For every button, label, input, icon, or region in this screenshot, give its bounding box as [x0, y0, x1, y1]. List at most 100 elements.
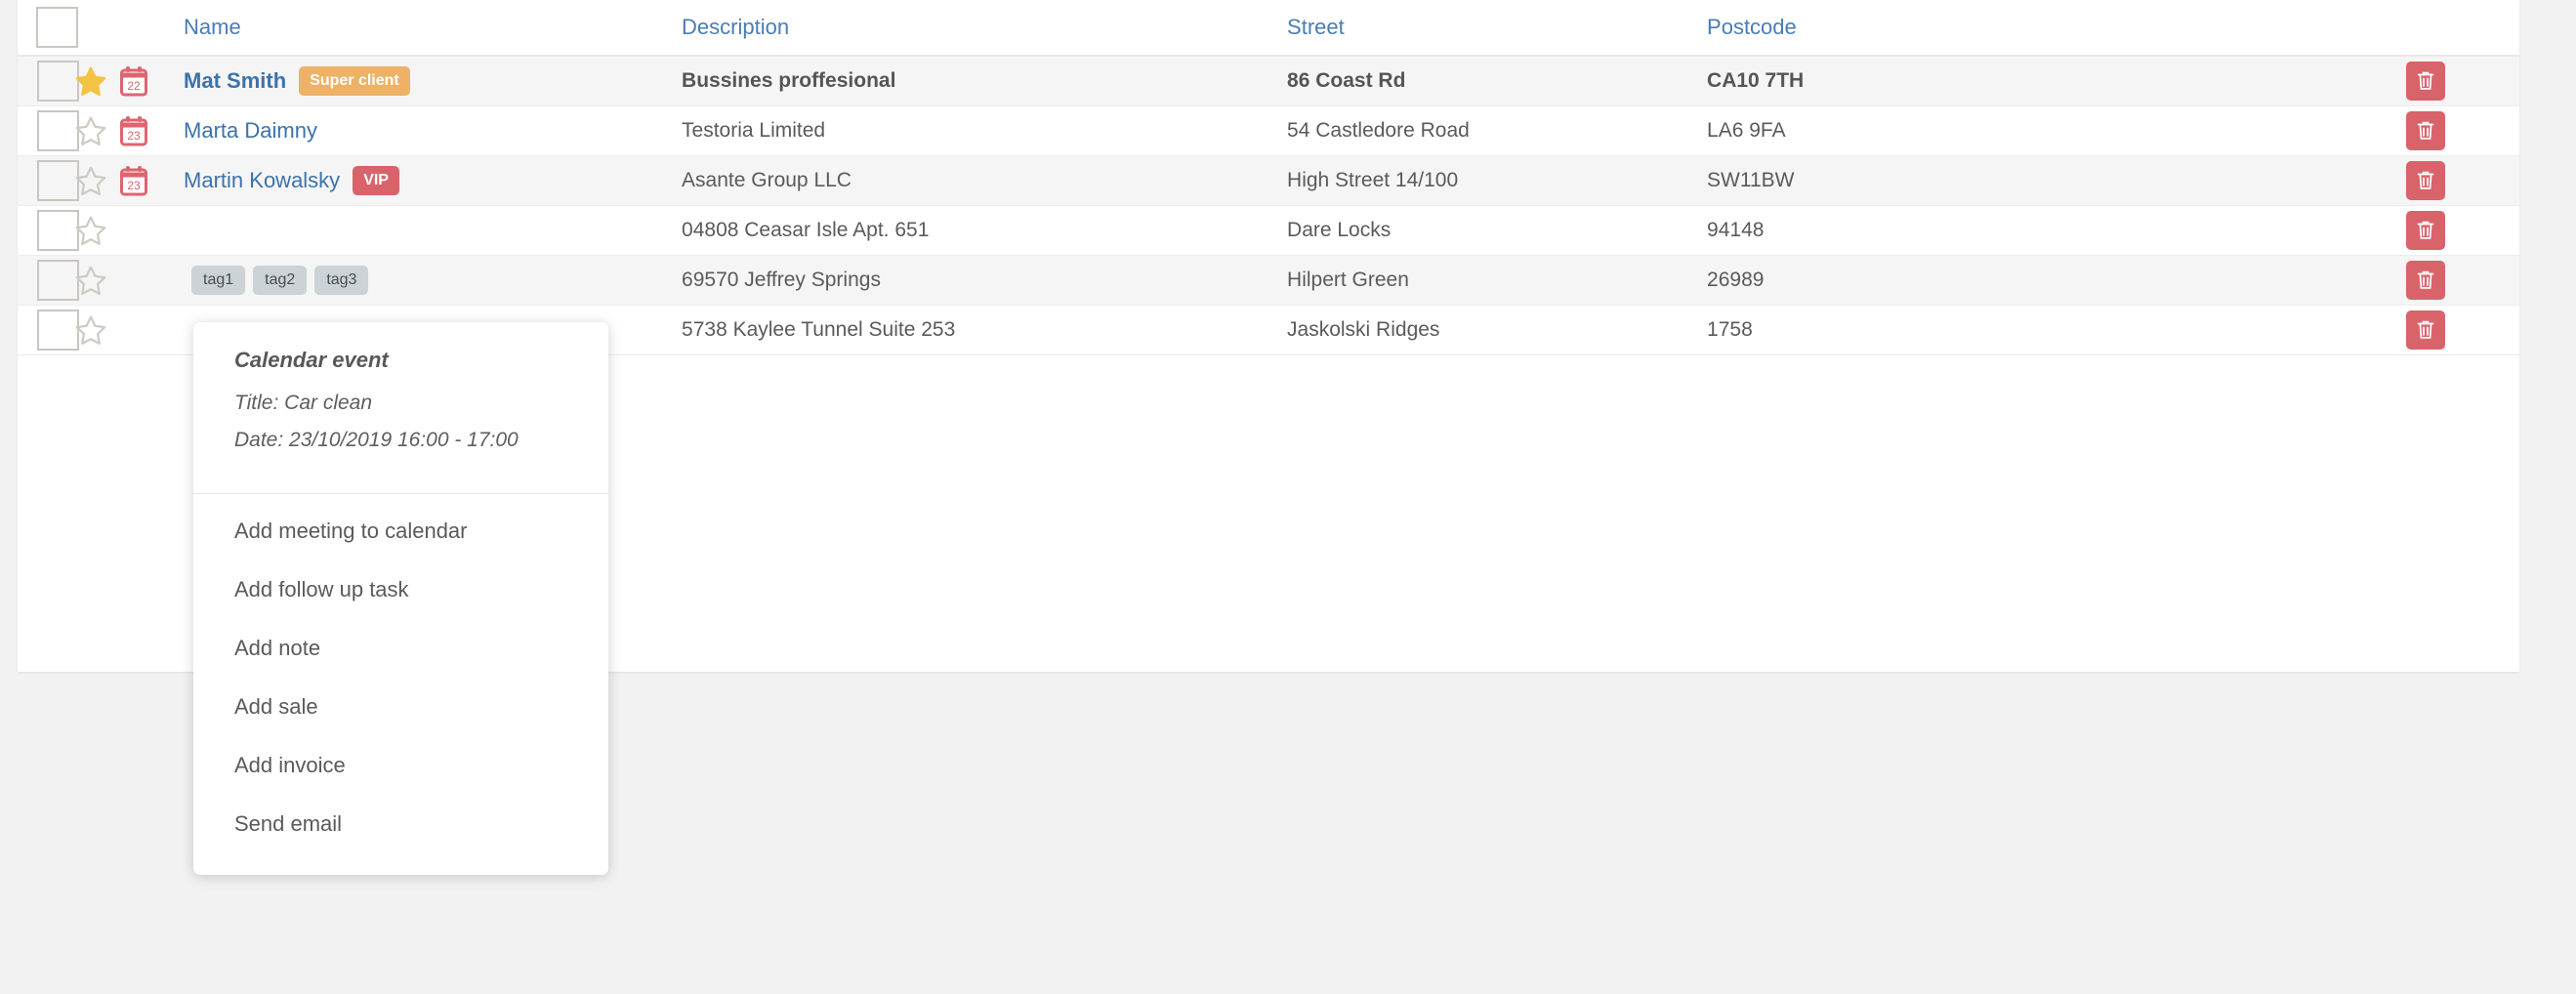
calendar-cell: 23	[119, 155, 164, 205]
name-cell	[164, 205, 672, 255]
popup-event-title: Title: Car clean	[234, 392, 373, 414]
delete-row-button[interactable]	[2406, 160, 2446, 200]
calendar-icon[interactable]: 23	[119, 115, 148, 146]
favorite-cell	[74, 305, 119, 354]
svg-text:22: 22	[127, 79, 141, 93]
status-badge: Super client	[299, 65, 410, 96]
table-row[interactable]: 23 Martin Kowalsky VIP Asante Group LLC High…	[18, 155, 2520, 205]
calendar-event-popup: Calendar event Title: Car clean Date: 23…	[193, 322, 608, 875]
svg-text:23: 23	[127, 179, 141, 192]
table-row[interactable]: 22 Mat Smith Super client Bussines proffesi…	[18, 56, 2520, 105]
description-cell: Testoria Limited	[682, 118, 826, 142]
star-icon[interactable]	[74, 313, 107, 347]
row-checkbox[interactable]	[37, 159, 79, 201]
column-header-postcode[interactable]: Postcode	[1697, 0, 2520, 57]
row-select-cell	[18, 155, 79, 205]
star-icon[interactable]	[74, 114, 107, 147]
contact-name-link[interactable]: Mat Smith	[184, 68, 286, 93]
description-cell: 5738 Kaylee Tunnel Suite 253	[682, 317, 956, 341]
select-all-header	[18, 0, 165, 57]
popup-menu-item[interactable]: Add sale	[193, 678, 608, 736]
contact-name-link[interactable]: Marta Daimny	[184, 118, 317, 143]
tag-chip[interactable]: tag1	[191, 265, 246, 295]
popup-event-date: Date: 23/10/2019 16:00 - 17:00	[234, 429, 519, 451]
calendar-cell	[119, 255, 164, 305]
street-cell: 86 Coast Rd	[1287, 68, 1406, 92]
description-cell: 69570 Jeffrey Springs	[682, 268, 881, 291]
actions-cell	[2244, 56, 2519, 105]
favorite-cell	[74, 56, 119, 105]
delete-row-button[interactable]	[2406, 110, 2446, 150]
street-cell: Dare Locks	[1287, 218, 1392, 241]
actions-cell	[2244, 205, 2519, 255]
calendar-cell: 23	[119, 105, 164, 155]
popup-menu-item[interactable]: Add note	[193, 619, 608, 678]
star-icon[interactable]	[74, 164, 107, 197]
popup-menu-item[interactable]: Send email	[193, 795, 608, 853]
popup-title: Calendar event	[234, 348, 389, 372]
table-header-row: Name Description Street Postcode	[18, 0, 2520, 57]
actions-cell	[2244, 155, 2519, 205]
calendar-icon[interactable]: 23	[119, 165, 148, 196]
name-cell: Marta Daimny	[164, 105, 672, 155]
row-checkbox[interactable]	[37, 60, 79, 102]
table-body: 22 Mat Smith Super client Bussines proffesi…	[18, 56, 2520, 354]
delete-row-button[interactable]	[2406, 210, 2446, 250]
star-icon[interactable]	[74, 214, 107, 247]
street-cell: High Street 14/100	[1287, 168, 1459, 191]
status-badge: VIP	[353, 165, 399, 195]
name-cell: Martin Kowalsky VIP	[164, 155, 672, 205]
calendar-icon[interactable]: 22	[119, 65, 148, 97]
row-checkbox[interactable]	[37, 209, 79, 251]
calendar-cell	[119, 305, 164, 354]
row-select-cell	[18, 205, 79, 255]
popup-menu-item[interactable]: Add meeting to calendar	[193, 502, 608, 560]
name-cell: Mat Smith Super client	[164, 56, 672, 105]
row-checkbox[interactable]	[37, 259, 79, 301]
description-cell: Asante Group LLC	[682, 168, 852, 191]
popup-menu: Add meeting to calendar Add follow up tas…	[193, 494, 608, 875]
popup-header: Calendar event Title: Car clean Date: 23…	[193, 322, 608, 483]
star-icon[interactable]	[74, 264, 107, 297]
row-select-cell	[18, 56, 79, 105]
table-row[interactable]: tag1 tag2 tag3 69570 Jeffrey Springs Hilpert…	[18, 255, 2520, 305]
contact-name-link[interactable]: Martin Kowalsky	[184, 168, 340, 192]
delete-row-button[interactable]	[2406, 61, 2446, 101]
postcode-cell: 94148	[1707, 218, 1765, 241]
table-row[interactable]: 23 Marta Daimny Testoria Limited 54 Castled…	[18, 105, 2520, 155]
row-checkbox[interactable]	[37, 109, 79, 151]
postcode-cell: LA6 9FA	[1707, 118, 1786, 142]
postcode-cell: CA10 7TH	[1707, 68, 1805, 92]
column-header-description[interactable]: Description	[672, 0, 1278, 57]
actions-cell	[2244, 305, 2519, 354]
popup-menu-item[interactable]: Add invoice	[193, 736, 608, 795]
street-cell: Hilpert Green	[1287, 268, 1409, 291]
delete-row-button[interactable]	[2406, 260, 2446, 300]
favorite-cell	[74, 255, 119, 305]
row-select-cell	[18, 305, 79, 354]
description-cell: Bussines proffesional	[682, 68, 896, 92]
actions-cell	[2244, 255, 2519, 305]
description-cell: 04808 Ceasar Isle Apt. 651	[682, 218, 930, 241]
row-select-cell	[18, 255, 79, 305]
actions-cell	[2244, 105, 2519, 155]
favorite-cell	[74, 205, 119, 255]
postcode-cell: SW11BW	[1707, 168, 1795, 191]
select-all-checkbox[interactable]	[36, 7, 78, 48]
column-header-street[interactable]: Street	[1277, 0, 1698, 57]
table-row[interactable]: 04808 Ceasar Isle Apt. 651 Dare Locks 9414…	[18, 205, 2520, 255]
tag-chip[interactable]: tag3	[314, 265, 369, 295]
favorite-cell	[74, 105, 119, 155]
delete-row-button[interactable]	[2406, 310, 2446, 350]
calendar-cell	[119, 205, 164, 255]
tag-chip[interactable]: tag2	[253, 265, 308, 295]
name-cell: tag1 tag2 tag3	[164, 255, 672, 305]
popup-menu-item[interactable]: Add follow up task	[193, 560, 608, 619]
page-root: Name Description Street Postcode 22 Mat S…	[0, 0, 2576, 994]
postcode-cell: 1758	[1707, 317, 1753, 341]
row-checkbox[interactable]	[37, 309, 79, 351]
favorite-cell	[74, 155, 119, 205]
street-cell: 54 Castledore Road	[1287, 118, 1470, 142]
star-icon[interactable]	[74, 64, 107, 98]
column-header-name[interactable]: Name	[164, 0, 673, 57]
